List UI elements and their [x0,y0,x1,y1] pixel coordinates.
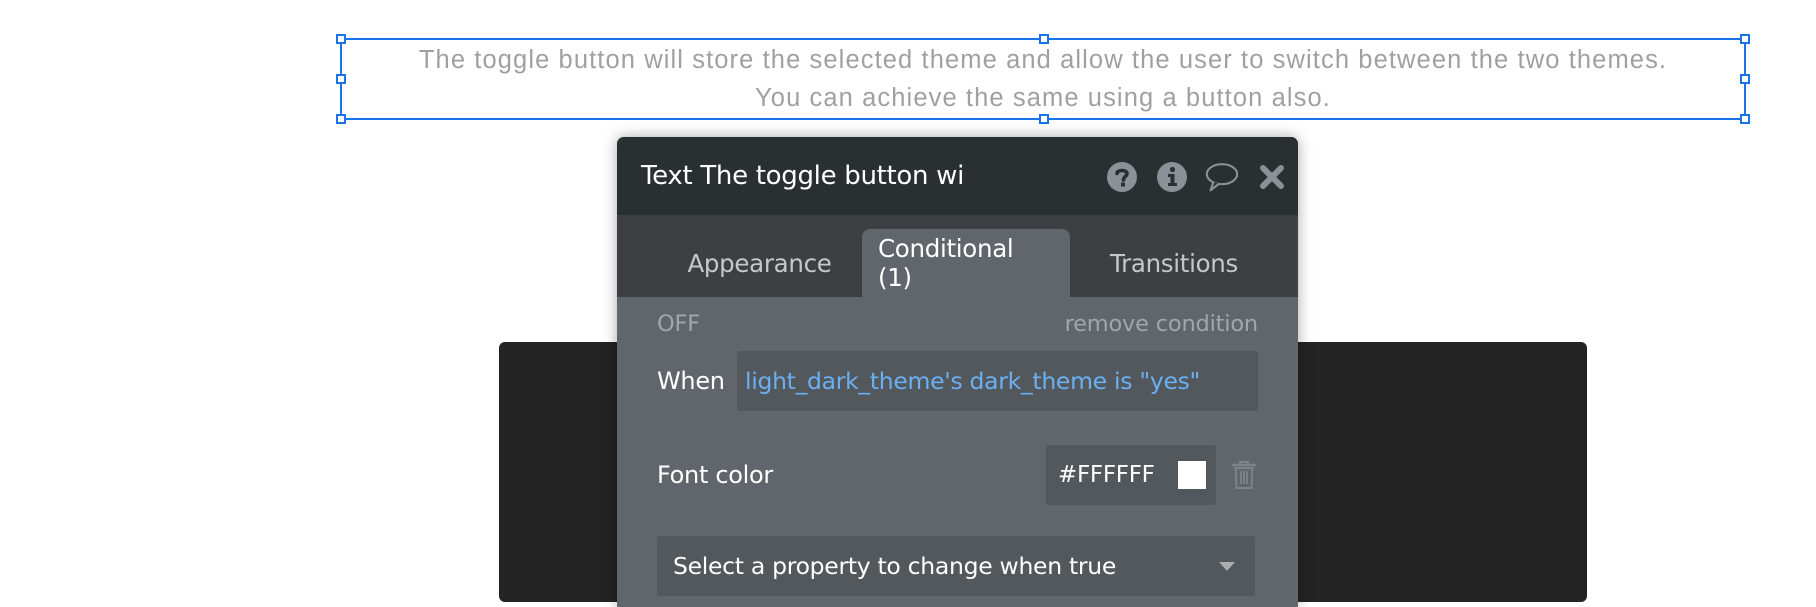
text-line-1: The toggle button will store the selecte… [418,46,1668,74]
condition-expression-field[interactable]: light_dark_theme's dark_theme is "yes" [737,351,1258,411]
tab-appearance[interactable]: Appearance [657,229,862,297]
property-editor: Text The toggle button wi Appearance Con… [617,137,1298,607]
add-property-dropdown[interactable]: Select a property to change when true [657,536,1255,596]
color-control: #FFFFFF [1046,445,1258,505]
color-input[interactable]: #FFFFFF [1046,445,1216,505]
when-label: When [657,367,725,395]
resize-handle-bottom-left[interactable] [336,114,346,124]
resize-handle-top-right[interactable] [1740,34,1750,44]
resize-handle-bottom-middle[interactable] [1039,114,1049,124]
remove-condition-link[interactable]: remove condition [1065,311,1259,337]
conditional-body: OFF remove condition When light_dark_the… [617,297,1298,596]
property-label: Font color [657,461,773,489]
close-icon[interactable] [1254,159,1290,195]
when-row: When light_dark_theme's dark_theme is "y… [657,351,1258,411]
color-swatch[interactable] [1178,461,1206,489]
selected-text-element[interactable]: The toggle button will store the selecte… [336,34,1750,124]
comment-icon[interactable] [1204,159,1240,195]
resize-handle-top-middle[interactable] [1039,34,1049,44]
editor-header[interactable]: Text The toggle button wi [617,137,1298,215]
resize-handle-middle-left[interactable] [336,74,346,84]
condition-status[interactable]: OFF [657,311,700,337]
help-icon[interactable] [1104,159,1140,195]
color-value: #FFFFFF [1058,462,1155,488]
resize-handle-middle-right[interactable] [1740,74,1750,84]
resize-handle-bottom-right[interactable] [1740,114,1750,124]
tab-conditional[interactable]: Conditional (1) [862,229,1070,297]
trash-icon[interactable] [1226,457,1262,493]
text-line-2: You can achieve the same using a button … [755,84,1331,112]
property-row-font-color: Font color #FFFFFF [657,444,1258,506]
condition-header: OFF remove condition [657,297,1258,351]
header-icons [1104,159,1290,195]
info-icon[interactable] [1154,159,1190,195]
chevron-down-icon [1219,561,1235,571]
dropdown-placeholder: Select a property to change when true [673,552,1116,580]
resize-handle-top-left[interactable] [336,34,346,44]
editor-title: Text The toggle button wi [641,161,965,191]
tab-transitions[interactable]: Transitions [1070,229,1278,297]
editor-tabs: Appearance Conditional (1) Transitions [617,215,1298,297]
